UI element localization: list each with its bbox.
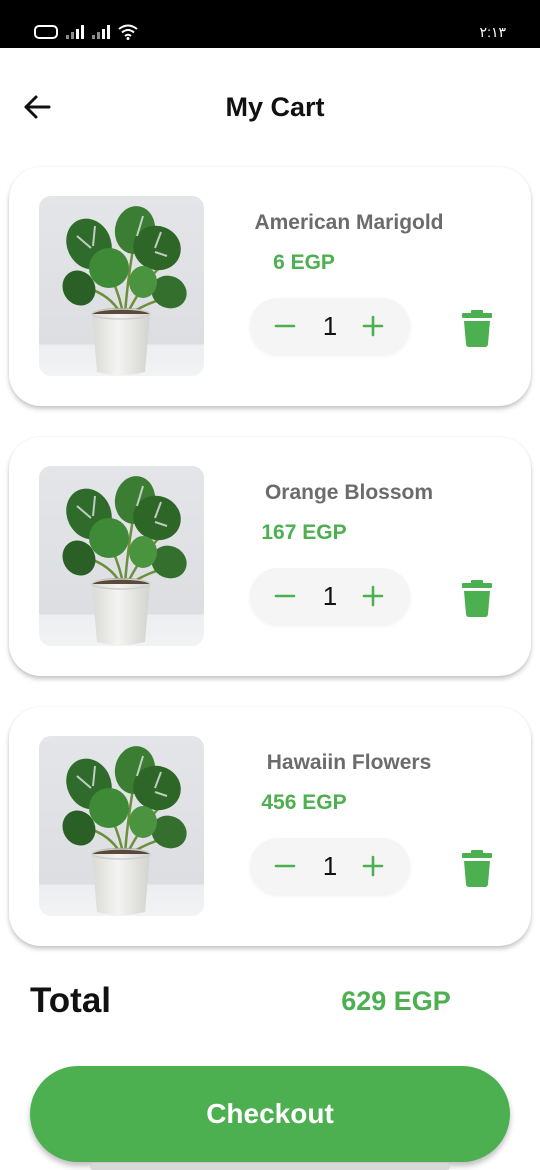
plus-icon[interactable]: [359, 312, 387, 340]
status-time: ٢:١٣: [479, 24, 506, 40]
product-image: [39, 196, 204, 376]
home-indicator: [90, 1163, 450, 1170]
checkout-button[interactable]: Checkout: [30, 1066, 510, 1162]
product-image: [39, 466, 204, 646]
plus-icon[interactable]: [359, 582, 387, 610]
product-name: American Marigold: [254, 211, 444, 234]
trash-icon[interactable]: [459, 579, 495, 617]
quantity-stepper: 1: [250, 568, 410, 624]
cell-signal-icon: [66, 25, 84, 39]
minus-icon[interactable]: [271, 582, 299, 610]
wifi-icon: [118, 24, 138, 40]
status-icons: [34, 24, 138, 40]
quantity-value: 1: [322, 581, 338, 611]
quantity-value: 1: [322, 851, 338, 881]
page-title: My Cart: [225, 92, 325, 122]
battery-icon: [34, 25, 58, 39]
cart-item: Orange Blossom 167 EGP 1: [9, 437, 531, 676]
checkout-label: Checkout: [206, 1098, 334, 1129]
total-value: 629 EGP: [341, 986, 451, 1016]
trash-icon[interactable]: [459, 309, 495, 347]
product-image: [39, 736, 204, 916]
total-label: Total: [30, 981, 112, 1020]
cart-item: American Marigold 6 EGP 1: [9, 167, 531, 406]
quantity-value: 1: [322, 311, 338, 341]
product-price: 6 EGP: [273, 251, 335, 274]
cart-item: Hawaiin Flowers 456 EGP 1: [9, 707, 531, 946]
quantity-stepper: 1: [250, 298, 410, 354]
trash-icon[interactable]: [459, 849, 495, 887]
product-name: Orange Blossom: [264, 481, 434, 504]
product-price: 167 EGP: [261, 521, 347, 544]
back-button[interactable]: [20, 90, 54, 124]
cell-signal-icon: [92, 25, 110, 39]
product-price: 456 EGP: [261, 791, 347, 814]
quantity-stepper: 1: [250, 838, 410, 894]
plus-icon[interactable]: [359, 852, 387, 880]
product-name: Hawaiin Flowers: [266, 751, 432, 774]
arrow-left-icon: [24, 95, 51, 119]
minus-icon[interactable]: [271, 312, 299, 340]
status-bar: ٢:١٣: [0, 0, 540, 48]
minus-icon[interactable]: [271, 852, 299, 880]
